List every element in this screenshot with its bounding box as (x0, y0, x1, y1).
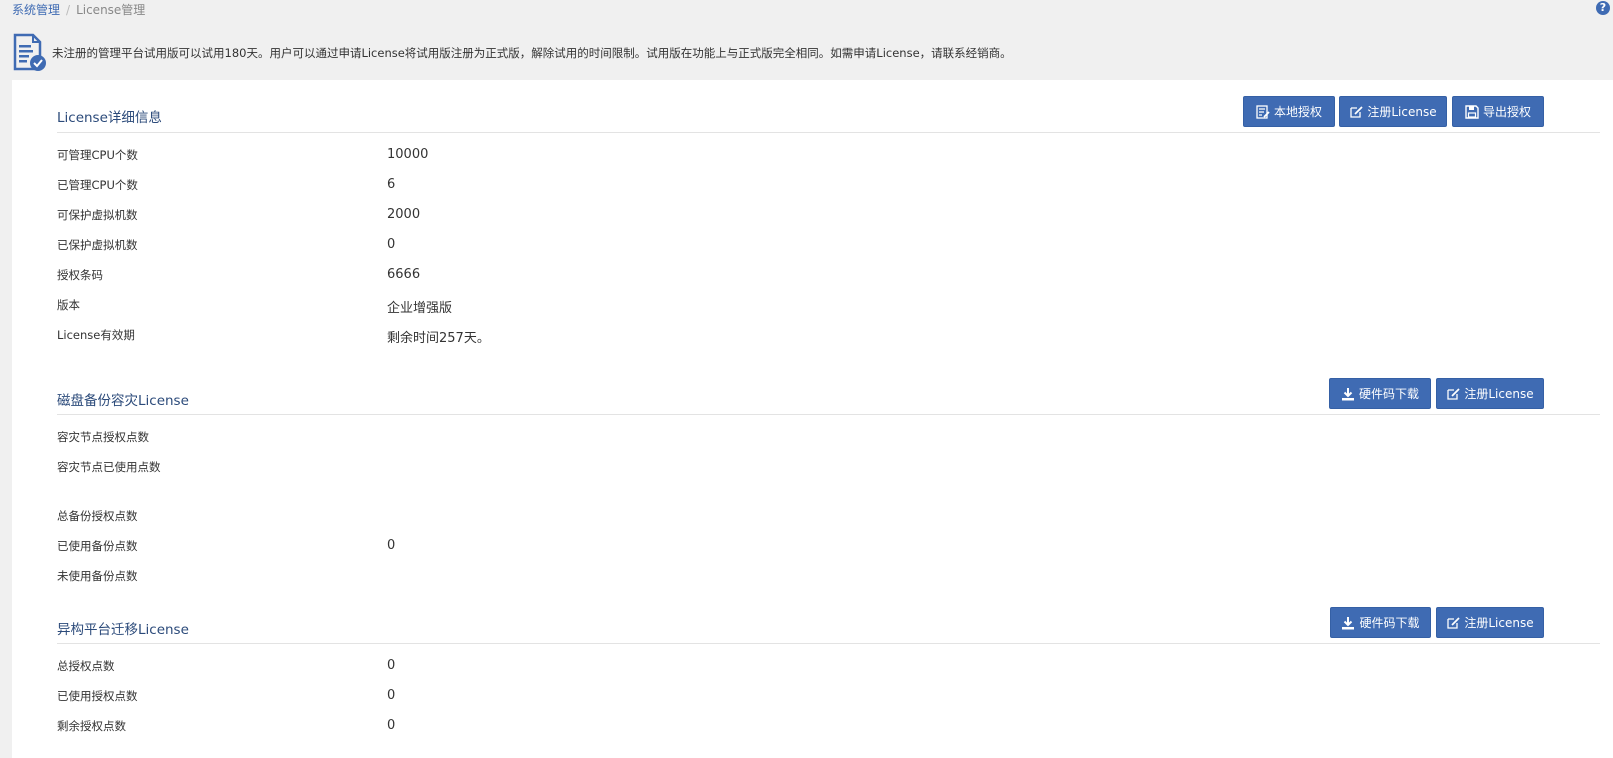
row-label: 授权条码 (57, 268, 103, 282)
section-divider (57, 643, 1600, 644)
row-label: 容灾节点已使用点数 (57, 460, 161, 474)
row-label: 已管理CPU个数 (57, 178, 138, 192)
register-license-label: 注册License (1464, 387, 1534, 401)
row-value: 0 (387, 718, 396, 733)
edit-icon (1447, 616, 1461, 629)
license-panel: License详细信息 本地授权 注册License 导出授权 可管理CPU个数… (12, 80, 1613, 758)
hardware-code-download-button[interactable]: 硬件码下载 (1329, 378, 1431, 409)
edit-icon (1350, 105, 1364, 118)
row-label: 可保护虚拟机数 (57, 208, 138, 222)
row-value: 剩余时间257天。 (387, 331, 490, 346)
trial-notice: 未注册的管理平台试用版可以试用180天。用户可以通过申请License将试用版注… (12, 33, 1592, 73)
hardware-code-download-button[interactable]: 硬件码下载 (1330, 607, 1431, 638)
row-label: 未使用备份点数 (57, 569, 138, 583)
breadcrumb-separator: / (66, 3, 71, 17)
row-value: 企业增强版 (387, 301, 453, 316)
row-label: 已使用备份点数 (57, 539, 138, 553)
hardware-code-download-label: 硬件码下载 (1359, 616, 1420, 630)
register-license-label: 注册License (1464, 616, 1534, 630)
section-title-license-detail: License详细信息 (57, 110, 162, 126)
row-label: 已使用授权点数 (57, 689, 138, 703)
breadcrumb: 系统管理 / License管理 (12, 2, 145, 18)
row-value: 0 (387, 658, 396, 673)
row-value: 0 (387, 237, 396, 252)
row-value: 0 (387, 688, 396, 703)
breadcrumb-current: License管理 (76, 3, 146, 17)
row-label: License有效期 (57, 328, 135, 342)
edit-list-icon (1256, 104, 1270, 119)
section-divider (57, 414, 1600, 415)
row-value: 10000 (387, 147, 429, 162)
row-label: 可管理CPU个数 (57, 148, 138, 162)
download-icon (1341, 387, 1354, 400)
breadcrumb-root-link[interactable]: 系统管理 (12, 3, 60, 17)
download-icon (1342, 616, 1355, 629)
row-value: 6666 (387, 267, 421, 282)
row-label: 总备份授权点数 (57, 509, 138, 523)
register-license-label: 注册License (1367, 105, 1437, 119)
save-icon (1465, 104, 1479, 119)
row-label: 总授权点数 (57, 659, 115, 673)
edit-icon (1447, 387, 1461, 400)
export-auth-button[interactable]: 导出授权 (1452, 96, 1544, 127)
register-license-button[interactable]: 注册License (1339, 96, 1447, 127)
notice-text: 未注册的管理平台试用版可以试用180天。用户可以通过申请License将试用版注… (52, 46, 1012, 60)
export-auth-label: 导出授权 (1482, 105, 1531, 119)
help-icon[interactable]: ? (1596, 1, 1610, 15)
section-title-migration: 异构平台迁移License (57, 622, 189, 638)
row-value: 6 (387, 177, 396, 192)
register-license-button[interactable]: 注册License (1436, 607, 1544, 638)
hardware-code-download-label: 硬件码下载 (1358, 387, 1419, 401)
section-title-disk-backup: 磁盘备份容灾License (57, 393, 189, 409)
row-label: 剩余授权点数 (57, 719, 126, 733)
row-value: 0 (387, 538, 396, 553)
local-auth-button[interactable]: 本地授权 (1243, 96, 1335, 127)
license-document-icon (13, 33, 46, 71)
row-label: 已保护虚拟机数 (57, 238, 138, 252)
local-auth-label: 本地授权 (1273, 105, 1322, 119)
row-label: 版本 (57, 298, 80, 312)
row-label: 容灾节点授权点数 (57, 430, 149, 444)
register-license-button[interactable]: 注册License (1436, 378, 1544, 409)
row-value: 2000 (387, 207, 421, 222)
section-divider (57, 132, 1600, 133)
